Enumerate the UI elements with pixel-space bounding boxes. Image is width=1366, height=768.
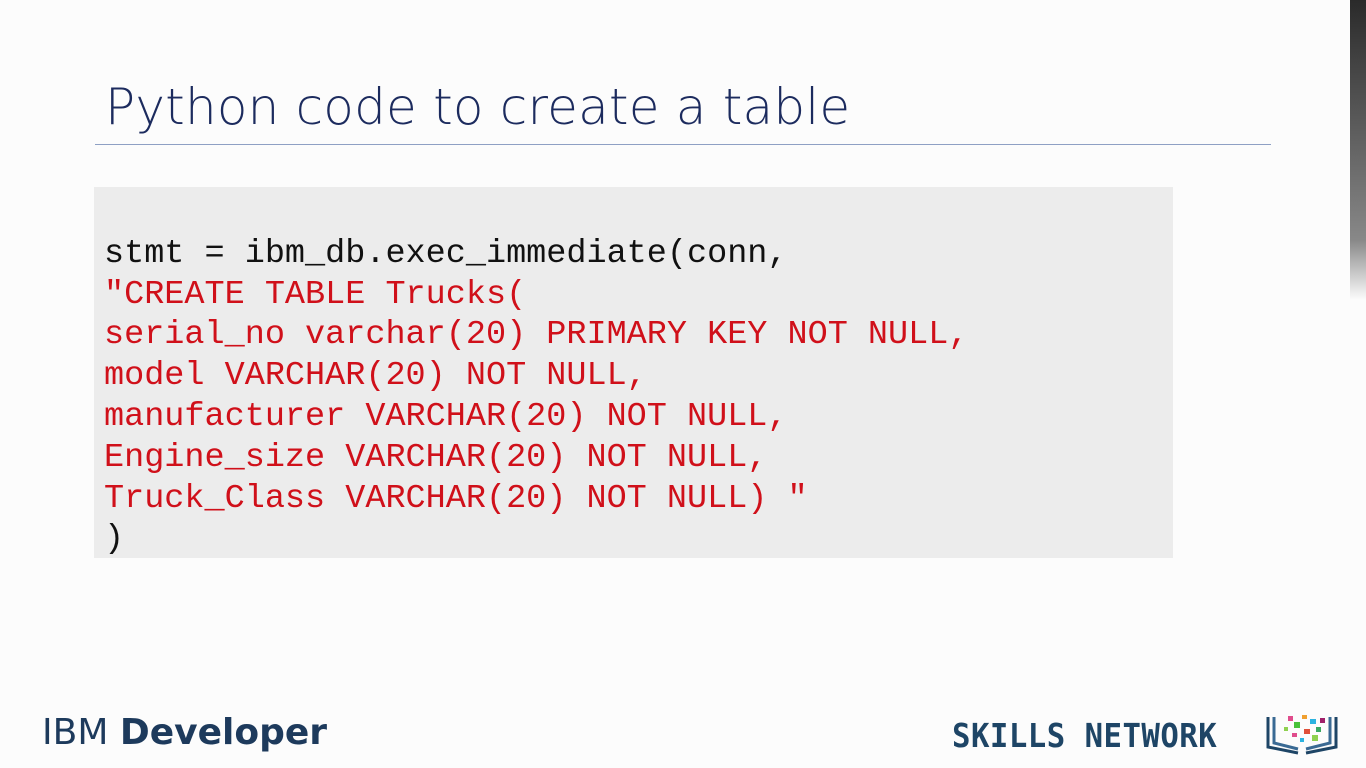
code-line: model VARCHAR(20) NOT NULL, <box>104 357 647 396</box>
code-line: serial_no varchar(20) PRIMARY KEY NOT NU… <box>104 316 969 355</box>
ibm-prefix: IBM <box>42 712 109 753</box>
code-line: manufacturer VARCHAR(20) NOT NULL, <box>104 397 788 436</box>
code-line: ) <box>104 520 125 559</box>
code-line: stmt = ibm_db.exec_immediate(conn, <box>104 234 788 273</box>
video-edge <box>1350 0 1366 300</box>
book-network-icon <box>1266 715 1338 755</box>
title-divider <box>95 144 1271 145</box>
code-line: "CREATE TABLE Trucks( <box>104 275 527 314</box>
ibm-suffix: Developer <box>119 712 328 753</box>
code-line: Engine_size VARCHAR(20) NOT NULL, <box>104 438 768 477</box>
code-lines: stmt = ibm_db.exec_immediate(conn, "CREAT… <box>104 193 968 601</box>
code-line: Truck_Class VARCHAR(20) NOT NULL) " <box>104 479 808 518</box>
skills-network-label: SKILLS NETWORK <box>952 716 1218 755</box>
ibm-developer-logo: IBM Developer <box>42 712 327 753</box>
slide-title: Python code to create a table <box>105 78 851 136</box>
